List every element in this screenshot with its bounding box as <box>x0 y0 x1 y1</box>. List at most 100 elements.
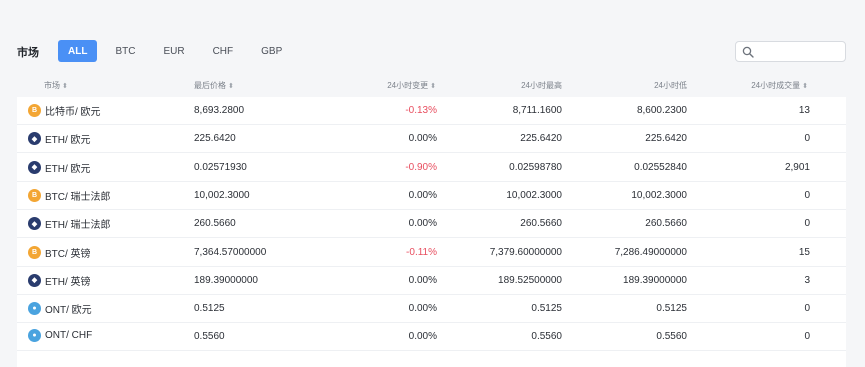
low-24h: 0.02552840 <box>634 161 687 173</box>
table-row[interactable]: B BTC/ 瑞士法郎 10,002.3000 0.00% 10,002.3000 10,… <box>17 182 846 210</box>
low-24h: 0.5125 <box>656 303 687 315</box>
change-24h: -0.90% <box>405 161 437 173</box>
market-table: B 比特币/ 欧元 8,693.2800 -0.13% 8,711.1600 8,600.… <box>17 97 846 367</box>
column-last-price[interactable]: 最后价格 ⬍ <box>194 80 234 91</box>
last-price: 260.5660 <box>194 218 236 230</box>
market-pair: B BTC/ 瑞士法郎 <box>28 188 111 203</box>
volume-24h: 15 <box>798 246 810 258</box>
last-price: 189.39000000 <box>194 274 258 286</box>
last-price: 0.02571930 <box>194 161 247 173</box>
filter-gbp[interactable]: GBP <box>251 40 292 62</box>
low-24h: 225.6420 <box>645 133 687 145</box>
change-24h: -0.11% <box>406 246 437 258</box>
pair-label: BTC/ 英镑 <box>45 248 91 260</box>
low-24h: 189.39000000 <box>623 274 687 286</box>
ont-coin-icon: ● <box>28 329 41 343</box>
volume-24h: 13 <box>798 105 810 116</box>
volume-24h: 3 <box>804 274 810 286</box>
search-input[interactable] <box>758 43 846 62</box>
high-24h: 8,711.1600 <box>512 105 562 116</box>
last-price: 0.5560 <box>194 331 225 343</box>
btc-coin-icon: B <box>28 104 41 117</box>
volume-24h: 0 <box>804 133 810 145</box>
sort-icon: ⬍ <box>62 83 68 90</box>
pair-label: ETH/ 欧元 <box>45 135 91 147</box>
market-filter-tabs: ALL BTC EUR CHF GBP <box>58 40 292 62</box>
table-row[interactable]: ◆ ETH/ 欧元 225.6420 0.00% 225.6420 225.6420 0 <box>17 125 846 154</box>
table-header: 市场 ⬍ 最后价格 ⬍ 24小时变更 ⬍ 24小时最高 24小时低 24小时成交量 ⬍ <box>17 76 846 94</box>
market-pair: ◆ ETH/ 欧元 <box>28 131 91 146</box>
table-row[interactable]: ◆ ETH/ 瑞士法郎 260.5660 0.00% 260.5660 260.5660 0 <box>17 210 846 239</box>
column-low-24h[interactable]: 24小时低 <box>654 80 687 91</box>
high-24h: 0.02598780 <box>509 161 562 173</box>
last-price: 7,364.57000000 <box>194 246 267 258</box>
volume-24h: 0 <box>804 331 810 343</box>
eth-coin-icon: ◆ <box>28 217 41 231</box>
pair-label: BTC/ 瑞士法郎 <box>45 191 111 203</box>
eth-coin-icon: ◆ <box>28 273 41 287</box>
market-pair: ◆ ETH/ 欧元 <box>28 160 91 175</box>
market-pair: ● ONT/ CHF <box>28 329 93 343</box>
pair-label: ETH/ 英镑 <box>45 276 91 288</box>
last-price: 8,693.2800 <box>194 105 245 116</box>
high-24h: 189.52500000 <box>498 274 562 286</box>
search-icon <box>742 46 754 58</box>
last-price: 0.5125 <box>194 303 225 315</box>
table-row[interactable]: ◆ ETH/ 欧元 0.02571930 -0.90% 0.02598780 0.0255… <box>17 154 846 182</box>
last-price: 225.6420 <box>194 133 236 145</box>
table-row[interactable]: ● ONT/ CHF 0.5560 0.00% 0.5560 0.5560 0 <box>17 323 846 352</box>
low-24h: 260.5660 <box>645 218 687 230</box>
ont-coin-icon: ● <box>28 302 41 316</box>
pair-label: ETH/ 瑞士法郎 <box>45 220 111 232</box>
filter-all[interactable]: ALL <box>58 40 98 62</box>
market-toolbar: 市场 ALL BTC EUR CHF GBP <box>0 0 865 70</box>
low-24h: 8,600.2300 <box>636 105 687 116</box>
table-row[interactable]: B 比特币/ 欧元 8,693.2800 -0.13% 8,711.1600 8,600.… <box>17 97 846 125</box>
volume-24h: 2,901 <box>784 161 810 173</box>
column-volume-24h[interactable]: 24小时成交量 ⬍ <box>751 80 808 91</box>
sort-icon: ⬍ <box>228 83 234 90</box>
market-label: 市场 <box>17 47 39 59</box>
low-24h: 7,286.49000000 <box>614 246 687 258</box>
market-pair: ◆ ETH/ 英镑 <box>28 273 91 288</box>
table-row[interactable]: B BTC/ 英镑 7,364.57000000 -0.11% 7,379.600000… <box>17 239 846 267</box>
change-24h: 0.00% <box>408 218 437 230</box>
high-24h: 0.5125 <box>531 303 562 315</box>
filter-eur[interactable]: EUR <box>153 40 194 62</box>
high-24h: 0.5560 <box>531 331 562 343</box>
change-24h: 0.00% <box>408 303 437 315</box>
market-pair: B BTC/ 英镑 <box>28 245 91 260</box>
change-24h: 0.00% <box>408 133 437 145</box>
column-market[interactable]: 市场 ⬍ <box>44 80 68 91</box>
pair-label: ONT/ 欧元 <box>45 305 92 317</box>
change-24h: 0.00% <box>408 274 437 286</box>
low-24h: 10,002.3000 <box>631 189 687 201</box>
filter-chf[interactable]: CHF <box>203 40 244 62</box>
high-24h: 225.6420 <box>520 133 562 145</box>
market-pair: B 比特币/ 欧元 <box>28 103 101 118</box>
change-24h: -0.13% <box>405 105 437 116</box>
btc-coin-icon: B <box>28 245 41 259</box>
change-24h: 0.00% <box>408 189 437 201</box>
sort-icon: ⬍ <box>802 83 808 90</box>
change-24h: 0.00% <box>408 331 437 343</box>
high-24h: 10,002.3000 <box>506 189 562 201</box>
sort-icon: ⬍ <box>430 83 436 90</box>
pair-label: ONT/ CHF <box>45 330 93 342</box>
column-change-24h[interactable]: 24小时变更 ⬍ <box>387 80 436 91</box>
eth-coin-icon: ◆ <box>28 160 41 174</box>
eth-coin-icon: ◆ <box>28 132 41 146</box>
table-row[interactable]: ● ONT/ 欧元 0.5125 0.00% 0.5125 0.5125 0 <box>17 295 846 324</box>
column-high-24h[interactable]: 24小时最高 <box>521 80 562 91</box>
volume-24h: 0 <box>804 189 810 201</box>
last-price: 10,002.3000 <box>194 189 250 201</box>
table-row[interactable]: ◆ ETH/ 英镑 189.39000000 0.00% 189.52500000 189… <box>17 267 846 295</box>
search-box[interactable] <box>735 41 846 62</box>
btc-coin-icon: B <box>28 188 41 202</box>
volume-24h: 0 <box>804 218 810 230</box>
pair-label: ETH/ 欧元 <box>45 163 91 175</box>
low-24h: 0.5560 <box>656 331 687 343</box>
pair-label: 比特币/ 欧元 <box>45 107 101 118</box>
volume-24h: 0 <box>804 303 810 315</box>
filter-btc[interactable]: BTC <box>105 40 145 62</box>
